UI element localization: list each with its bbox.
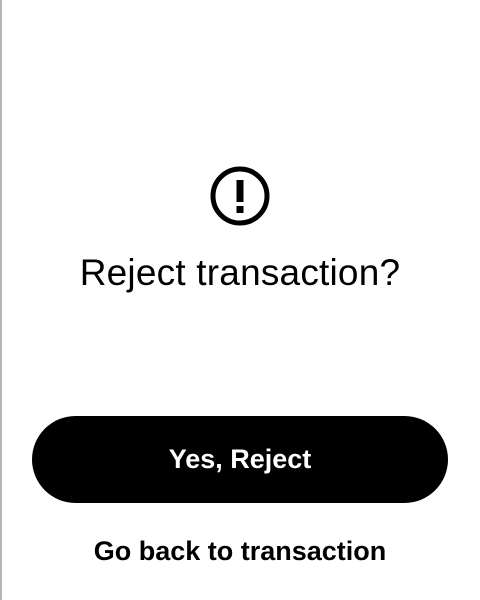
exclamation-circle-icon [210, 166, 270, 226]
go-back-link[interactable]: Go back to transaction [0, 534, 480, 568]
yes-reject-button[interactable]: Yes, Reject [32, 416, 448, 503]
dialog-title: Reject transaction? [79, 252, 401, 293]
left-border [0, 0, 2, 600]
reject-transaction-screen: Reject transaction? Yes, Reject Go back … [0, 0, 480, 600]
